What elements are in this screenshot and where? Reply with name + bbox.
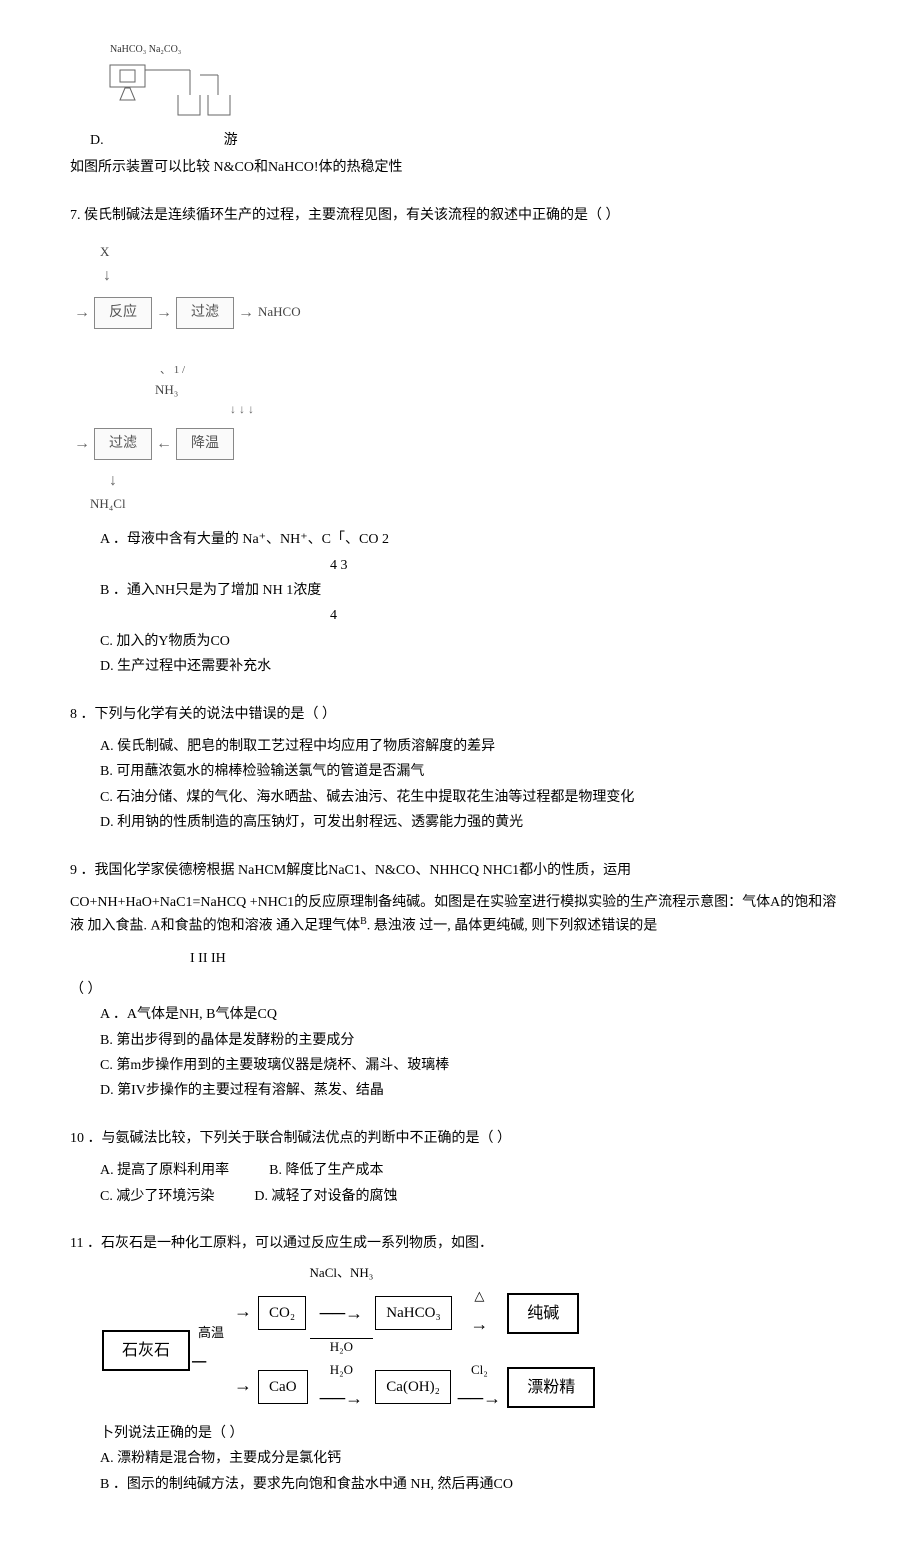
q7-stem: 7. 侯氏制碱法是连续循环生产的过程，主要流程见图，有关该流程的叙述中正确的是（… bbox=[70, 205, 850, 227]
arrow-icon: → bbox=[238, 300, 254, 326]
q7-option-a-sub: 4 3 bbox=[330, 555, 850, 577]
q11-soda-box: 纯碱 bbox=[507, 1293, 579, 1335]
arrow-icon: → bbox=[74, 300, 90, 326]
apparatus-side: 游 bbox=[224, 130, 238, 152]
q8-stem: 8 ．下列与化学有关的说法中错误的是（ ） bbox=[70, 704, 850, 726]
arrow-icon: → bbox=[234, 1375, 252, 1395]
q10-option-b: B. 降低了生产成本 bbox=[269, 1160, 383, 1182]
q11-delta-label: △ bbox=[474, 1288, 484, 1303]
q7-flowchart: X ↓ → 反应 → 过滤 → NaHCO 、 1 / NH₃ ↓ ↓ ↓ → … bbox=[70, 242, 350, 514]
d-description: 如图所示装置可以比较 N&CO和NaHCO!体的热稳定性 bbox=[70, 157, 850, 179]
q7-nh3-label: NH₃ bbox=[155, 380, 350, 401]
q7-option-b-sub: 4 bbox=[330, 605, 850, 627]
q8-option-d: D. 利用钠的性质制造的高压钠灯，可发出射程远、透雾能力强的黄光 bbox=[100, 812, 850, 834]
q9-option-c: C. 第m步操作用到的主要玻璃仪器是烧杯、漏斗、玻璃棒 bbox=[100, 1055, 850, 1077]
question-10: 10 ．与氨碱法比较，下列关于联合制碱法优点的判断中不正确的是（ ） A. 提高… bbox=[70, 1128, 850, 1208]
q8-option-c: C. 石油分储、煤的气化、海水晒盐、碱去油污、花生中提取花生油等过程都是物理变化 bbox=[100, 787, 850, 809]
q11-option-a: A. 漂粉精是混合物，主要成分是氯化钙 bbox=[100, 1448, 850, 1470]
q7-box-cool: 降温 bbox=[176, 428, 234, 460]
apparatus-label: NaHCO₃ Na₂CO₃ bbox=[110, 44, 181, 55]
arrow-icon: → bbox=[234, 1301, 252, 1321]
arrow-icon: ← bbox=[156, 431, 172, 457]
q8-option-a: A. 侯氏制碱、肥皂的制取工艺过程中均应用了物质溶解度的差异 bbox=[100, 736, 850, 758]
q11-limestone-box: 石灰石 bbox=[102, 1330, 190, 1372]
q11-nahco3-box: NaHCO₃ bbox=[375, 1296, 451, 1330]
q7-box-filter2: 过滤 bbox=[94, 428, 152, 460]
q11-h2o-label-top: H₂O bbox=[330, 1339, 353, 1354]
question-8: 8 ．下列与化学有关的说法中错误的是（ ） A. 侯氏制碱、肥皂的制取工艺过程中… bbox=[70, 704, 850, 835]
q7-box-filter1: 过滤 bbox=[176, 297, 234, 329]
q8-option-b: B. 可用蘸浓氨水的棉棒检验输送氯气的管道是否漏气 bbox=[100, 761, 850, 783]
q11-bleach-box: 漂粉精 bbox=[507, 1367, 595, 1409]
q7-x-label: X bbox=[100, 242, 350, 263]
apparatus-diagram: NaHCO₃ Na₂CO₃ bbox=[100, 40, 260, 130]
q11-h2o-label-bot: H₂O bbox=[330, 1362, 353, 1377]
q9-stem-line1: 9 ．我国化学家侯德榜根据 NaHCM解度比NaC1、N&CO、NHHCQ NH… bbox=[70, 860, 850, 882]
q11-co2-box: CO₂ bbox=[258, 1296, 306, 1330]
q7-option-b: B ．通入NH只是为了增加 NH 1浓度 bbox=[100, 580, 850, 602]
arrow-icon: → bbox=[74, 431, 90, 457]
q9-roman: I II IH bbox=[190, 948, 850, 970]
q11-flowchart: NaCl、NH₃ 石灰石 高温─ →CO₂ ──→ NaHCO₃ △→ 纯碱 H… bbox=[100, 1265, 850, 1413]
q7-nahco-label: NaHCO bbox=[258, 302, 301, 323]
q7-option-d: D. 生产过程中还需要补充水 bbox=[100, 656, 850, 678]
q11-stem: 11 ．石灰石是一种化工原料，可以通过反应生成一系列物质，如图． bbox=[70, 1233, 850, 1255]
q11-caoh2-box: Ca(OH)₂ bbox=[375, 1370, 451, 1404]
q7-option-c: C. 加入的Y物质为CO bbox=[100, 631, 850, 653]
question-9: 9 ．我国化学家侯德榜根据 NaHCM解度比NaC1、N&CO、NHHCQ NH… bbox=[70, 860, 850, 1103]
q11-heat-label: 高温 bbox=[198, 1325, 224, 1340]
q11-substem: 卜列说法正确的是（ ） bbox=[100, 1423, 850, 1445]
q11-reagents-label: NaCl、NH₃ bbox=[310, 1265, 374, 1280]
q9-paren: （ ） bbox=[70, 979, 850, 1001]
q7-option-a: A ．母液中含有大量的 Na⁺、NH⁺、C「、CO 2 bbox=[100, 529, 850, 551]
q11-cao-box: CaO bbox=[258, 1370, 308, 1404]
q9-option-a: A ．A气体是NH, B气体是CQ bbox=[100, 1004, 850, 1026]
q11-option-b: B ．图示的制纯碱方法，要求先向饱和食盐水中通 NH, 然后再通CO bbox=[100, 1474, 850, 1496]
item-d: NaHCO₃ Na₂CO₃ D. 游 如图所示装置可以比较 N&CO和NaHCO… bbox=[70, 40, 850, 180]
q7-box-reaction: 反应 bbox=[94, 297, 152, 329]
q10-option-d: D. 减轻了对设备的腐蚀 bbox=[254, 1186, 397, 1208]
q9-option-b: B. 第出步得到的晶体是发酵粉的主要成分 bbox=[100, 1030, 850, 1052]
d-label: D. bbox=[90, 130, 104, 152]
q10-option-c: C. 减少了环境污染 bbox=[100, 1186, 214, 1208]
q11-cl2-label: Cl₂ bbox=[471, 1362, 488, 1377]
q7-nh4cl-label: NH₄Cl bbox=[90, 494, 350, 515]
q10-stem: 10 ．与氨碱法比较，下列关于联合制碱法优点的判断中不正确的是（ ） bbox=[70, 1128, 850, 1150]
question-11: 11 ．石灰石是一种化工原料，可以通过反应生成一系列物质，如图． NaCl、NH… bbox=[70, 1233, 850, 1496]
q9-stem-line2: CO+NH+HaO+NaC1=NaHCQ +NHC1的反应原理制备纯碱。如图是在… bbox=[70, 892, 850, 938]
q10-option-a: A. 提高了原料利用率 bbox=[100, 1160, 229, 1182]
q9-option-d: D. 第IV步操作的主要过程有溶解、蒸发、结晶 bbox=[100, 1080, 850, 1102]
arrow-icon: → bbox=[156, 300, 172, 326]
question-7: 7. 侯氏制碱法是连续循环生产的过程，主要流程见图，有关该流程的叙述中正确的是（… bbox=[70, 205, 850, 679]
